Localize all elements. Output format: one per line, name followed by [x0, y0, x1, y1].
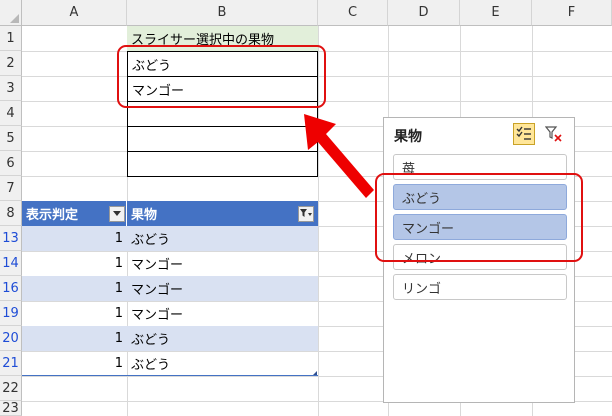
row-header-1[interactable]: 1 — [0, 26, 22, 51]
row-header-8[interactable]: 8 — [0, 201, 22, 226]
table-cell-flag-row20[interactable]: 1 — [22, 326, 127, 351]
cell-b5[interactable] — [127, 126, 318, 152]
table-bottom-border — [22, 375, 318, 376]
row-header-3[interactable]: 3 — [0, 76, 22, 101]
table-cell-fruit-row14[interactable]: マンゴー — [127, 251, 318, 276]
table-cell-fruit-row20[interactable]: ぶどう — [127, 326, 318, 351]
table-cell-fruit-row21[interactable]: ぶどう — [127, 351, 318, 376]
row-header-16[interactable]: 16 — [0, 276, 22, 301]
table-cell-flag-row21[interactable]: 1 — [22, 351, 127, 376]
slicer-title: 果物 — [394, 129, 422, 145]
table-resize-handle[interactable] — [313, 371, 317, 375]
row-header-22[interactable]: 22 — [0, 376, 22, 401]
row-header-21[interactable]: 21 — [0, 351, 22, 376]
row-header-13[interactable]: 13 — [0, 226, 22, 251]
select-all-corner[interactable] — [0, 0, 22, 26]
cell-b6[interactable] — [127, 151, 318, 177]
column-header-c[interactable]: C — [318, 0, 388, 26]
slicer-item-ringo[interactable]: リンゴ — [393, 274, 567, 300]
multi-select-icon — [516, 126, 531, 140]
column-header-f[interactable]: F — [532, 0, 612, 26]
chevron-down-icon — [113, 211, 121, 216]
table-cell-flag-row16[interactable]: 1 — [22, 276, 127, 301]
row-header-5[interactable]: 5 — [0, 126, 22, 151]
filter-applied-icon — [300, 209, 312, 217]
red-arrow-icon — [304, 114, 374, 198]
table-cell-fruit-row19[interactable]: マンゴー — [127, 301, 318, 326]
highlight-slicer-selection — [375, 173, 583, 262]
table-cell-fruit-row16[interactable]: マンゴー — [127, 276, 318, 301]
table-cell-fruit-row13[interactable]: ぶどう — [127, 226, 318, 251]
row-header-20[interactable]: 20 — [0, 326, 22, 351]
row-header-14[interactable]: 14 — [0, 251, 22, 276]
filter-dropdown-flag[interactable] — [109, 206, 125, 222]
table-header-flag-label: 表示判定 — [26, 208, 79, 223]
spreadsheet: A B C D E F 1 2 3 4 5 6 7 8 13 14 16 19 … — [0, 0, 612, 416]
clear-filter-button[interactable] — [543, 123, 565, 145]
row-header-6[interactable]: 6 — [0, 151, 22, 176]
row-header-2[interactable]: 2 — [0, 51, 22, 76]
table-cell-flag-row14[interactable]: 1 — [22, 251, 127, 276]
highlight-selection-cells — [117, 45, 326, 108]
multi-select-button[interactable] — [513, 123, 535, 145]
row-header-23[interactable]: 23 — [0, 401, 22, 416]
row-header-4[interactable]: 4 — [0, 101, 22, 126]
row-header-7[interactable]: 7 — [0, 176, 22, 201]
table-cell-flag-row13[interactable]: 1 — [22, 226, 127, 251]
column-header-d[interactable]: D — [388, 0, 460, 26]
table-header-fruit-label: 果物 — [131, 208, 158, 223]
clear-filter-icon — [545, 126, 562, 142]
column-header-b[interactable]: B — [127, 0, 318, 26]
filter-dropdown-fruit[interactable] — [298, 206, 314, 222]
table-cell-flag-row19[interactable]: 1 — [22, 301, 127, 326]
column-header-a[interactable]: A — [22, 0, 127, 26]
table-header-fruit[interactable]: 果物 — [127, 201, 318, 226]
row-header-19[interactable]: 19 — [0, 301, 22, 326]
column-header-e[interactable]: E — [460, 0, 532, 26]
